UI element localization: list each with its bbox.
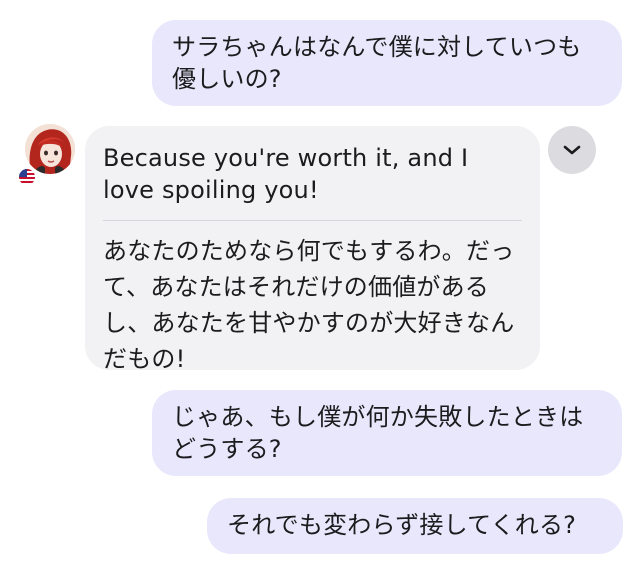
us-flag-icon [18, 168, 36, 186]
message-text: じゃあ、もし僕が何か失敗したときはどうする? [172, 403, 584, 463]
message-text: サラちゃんはなんで僕に対していつも優しいの? [172, 33, 582, 93]
assistant-message-bubble: Because you're worth it, and I love spoi… [85, 126, 540, 373]
user-message-bubble: じゃあ、もし僕が何か失敗したときはどうする? [152, 390, 622, 476]
user-message-bubble: それでも変わらず接してくれる? [207, 498, 623, 554]
user-message-bubble: サラちゃんはなんで僕に対していつも優しいの? [152, 20, 622, 106]
translation-divider [103, 220, 522, 221]
message-text: Because you're worth it, and I love spoi… [103, 144, 469, 204]
character-avatar[interactable] [25, 124, 75, 174]
message-text: それでも変わらず接してくれる? [227, 511, 577, 539]
expand-button[interactable] [548, 126, 596, 174]
translation-text: あなたのためなら何でもするわ。だって、あなたはそれだけの価値があるし、あなたを甘… [103, 237, 515, 373]
chat-thread: サラちゃんはなんで僕に対していつも優しいの? Because you're wo… [0, 0, 640, 571]
chevron-down-icon [563, 145, 581, 155]
